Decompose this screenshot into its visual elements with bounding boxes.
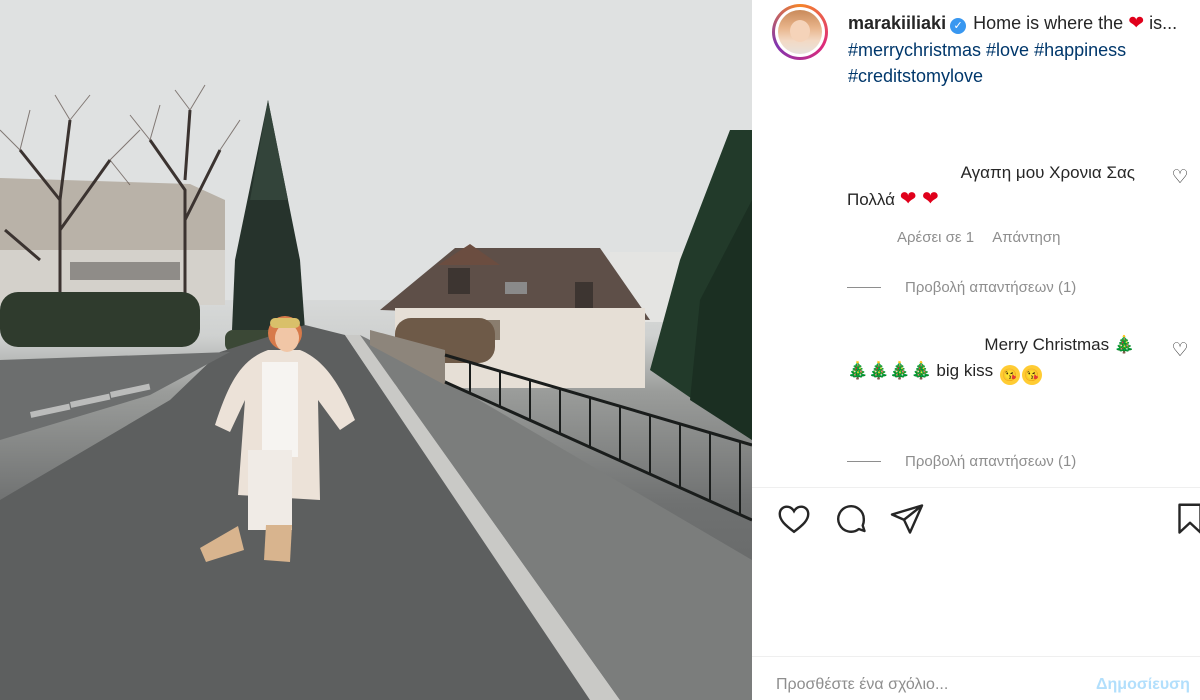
comment-text: big kiss xyxy=(936,361,994,380)
hashtag-link[interactable]: #creditstomylove xyxy=(848,66,983,86)
avatar[interactable] xyxy=(772,4,828,60)
comment-item: Merry Christmas 🎄 🎄🎄🎄🎄 big kiss 😘 😘 xyxy=(847,332,1147,385)
comment-text-line: Merry Christmas 🎄 xyxy=(847,332,1147,358)
heart-icon[interactable] xyxy=(776,501,812,537)
username-link[interactable]: marakiiliaki xyxy=(848,13,946,33)
hashtag-link[interactable]: #merrychristmas xyxy=(848,40,981,60)
comment-icon[interactable] xyxy=(833,501,869,537)
comment-likes-count[interactable]: Αρέσει σε 1 xyxy=(897,229,974,246)
post-comment-button[interactable]: Δημοσίευση xyxy=(1096,676,1190,694)
christmas-tree-emoji-icon: 🎄 xyxy=(1113,335,1135,354)
replies-divider xyxy=(847,461,881,462)
action-bar xyxy=(776,501,1200,541)
comment-text: Merry Christmas xyxy=(984,335,1110,354)
kiss-emoji-icon: 😘 xyxy=(999,365,1020,385)
view-replies-label: Προβολή απαντήσεων (1) xyxy=(905,453,1077,470)
caption-suffix: is... xyxy=(1149,13,1178,33)
hashtag-link[interactable]: #love xyxy=(986,40,1029,60)
comment-text-line: Αγαπη μου Χρονια Σας xyxy=(960,163,1135,182)
avatar-image xyxy=(778,10,822,54)
reply-button[interactable]: Απάντηση xyxy=(992,229,1060,246)
comment-input[interactable]: Προσθέστε ένα σχόλιο... xyxy=(776,676,948,694)
caption: marakiiliaki ✓ Home is where the ❤ is... … xyxy=(848,10,1188,89)
christmas-tree-emoji-icon: 🎄🎄🎄🎄 xyxy=(847,361,932,380)
avatar-border xyxy=(775,7,825,57)
paper-plane-icon[interactable] xyxy=(889,501,925,537)
caption-prefix: Home is where the xyxy=(973,13,1124,33)
view-replies-button[interactable]: Προβολή απαντήσεων (1) xyxy=(847,453,1076,470)
comment-text-line: Πολλά xyxy=(847,190,895,209)
post-side-panel: marakiiliaki ✓ Home is where the ❤ is... … xyxy=(752,0,1200,700)
comment-item: Αγαπη μου Χρονια Σας Πολλά ❤ ❤ xyxy=(847,160,1147,213)
post-photo[interactable] xyxy=(0,0,752,700)
comment-like-heart-icon[interactable]: ♡ xyxy=(1170,341,1190,361)
replies-divider xyxy=(847,287,881,288)
comment-like-heart-icon[interactable]: ♡ xyxy=(1170,168,1190,188)
comment-meta: Αρέσει σε 1 Απάντηση xyxy=(897,229,1060,246)
kiss-emoji-icon: 😘 xyxy=(1021,365,1042,385)
photo-scene xyxy=(0,0,752,700)
heart-emoji-icon: ❤ ❤ xyxy=(899,188,939,210)
section-divider xyxy=(752,487,1200,488)
composer-divider xyxy=(752,656,1200,657)
hashtag-link[interactable]: #happiness xyxy=(1034,40,1126,60)
view-replies-button[interactable]: Προβολή απαντήσεων (1) xyxy=(847,279,1076,296)
heart-emoji-icon: ❤ xyxy=(1128,13,1145,34)
caption-row: marakiiliaki ✓ Home is where the ❤ is... … xyxy=(772,4,1192,89)
verified-badge-icon: ✓ xyxy=(950,18,967,34)
bookmark-icon[interactable] xyxy=(1172,501,1200,537)
view-replies-label: Προβολή απαντήσεων (1) xyxy=(905,279,1077,296)
